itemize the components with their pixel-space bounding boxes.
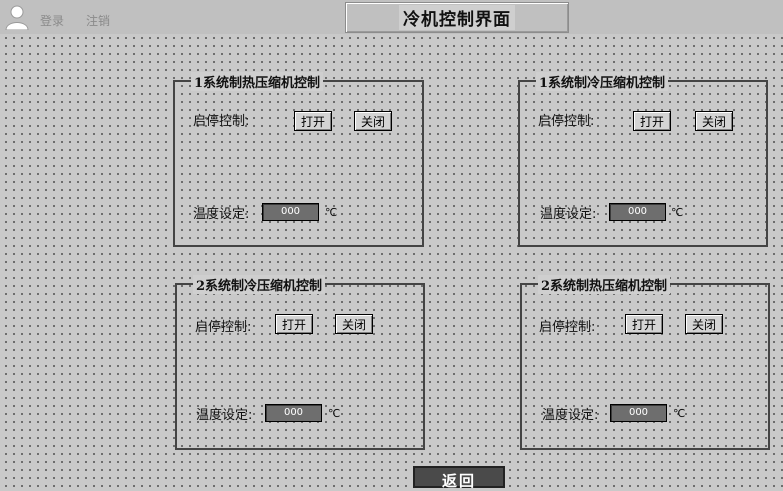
top-bar: 登录 注销 冷机控制界面 bbox=[0, 0, 783, 34]
login-link[interactable]: 登录 bbox=[40, 12, 64, 29]
open-button[interactable]: 打开 bbox=[625, 314, 664, 334]
temp-setting-label: 温度设定: bbox=[193, 207, 250, 222]
panel-system1-cooling: 1系统制冷压缩机控制 启停控制: 打开 关闭 温度设定: 000 ℃ bbox=[518, 72, 768, 247]
start-stop-label: 启停控制: bbox=[538, 114, 595, 129]
temp-setting-input[interactable]: 000 bbox=[265, 404, 322, 422]
page-title-box: 冷机控制界面 bbox=[345, 2, 569, 33]
open-button[interactable]: 打开 bbox=[294, 111, 333, 131]
temp-unit: ℃ bbox=[325, 206, 338, 219]
page-title: 冷机控制界面 bbox=[399, 5, 515, 30]
temp-setting-input[interactable]: 000 bbox=[609, 203, 666, 221]
user-icon[interactable] bbox=[4, 4, 30, 30]
temp-setting-label: 温度设定: bbox=[540, 207, 597, 222]
panel-system1-heating: 1系统制热压缩机控制 启停控制: 打开 关闭 温度设定: 000 ℃ bbox=[173, 72, 424, 247]
start-stop-label: 启停控制: bbox=[539, 320, 596, 335]
close-button[interactable]: 关闭 bbox=[335, 314, 374, 334]
temp-unit: ℃ bbox=[673, 407, 686, 420]
close-button[interactable]: 关闭 bbox=[685, 314, 724, 334]
close-button[interactable]: 关闭 bbox=[695, 111, 734, 131]
start-stop-label: 启停控制: bbox=[195, 320, 252, 335]
temp-setting-label: 温度设定: bbox=[196, 408, 253, 423]
panel-title: 1系统制冷压缩机控制 bbox=[536, 72, 669, 91]
panel-system2-heating: 2系统制热压缩机控制 启停控制: 打开 关闭 温度设定: 000 ℃ bbox=[520, 275, 770, 450]
panel-title: 1系统制热压缩机控制 bbox=[191, 72, 324, 91]
temp-unit: ℃ bbox=[671, 206, 684, 219]
temp-unit: ℃ bbox=[328, 407, 341, 420]
close-button[interactable]: 关闭 bbox=[354, 111, 393, 131]
temp-setting-input[interactable]: 000 bbox=[262, 203, 319, 221]
temp-setting-label: 温度设定: bbox=[542, 408, 599, 423]
start-stop-label: 启停控制: bbox=[193, 114, 250, 129]
panel-system2-cooling: 2系统制冷压缩机控制 启停控制: 打开 关闭 温度设定: 000 ℃ bbox=[175, 275, 425, 450]
temp-setting-input[interactable]: 000 bbox=[610, 404, 667, 422]
return-button[interactable]: 返回 bbox=[413, 466, 505, 490]
open-button[interactable]: 打开 bbox=[633, 111, 672, 131]
panel-title: 2系统制冷压缩机控制 bbox=[193, 275, 326, 294]
open-button[interactable]: 打开 bbox=[275, 314, 314, 334]
panel-title: 2系统制热压缩机控制 bbox=[538, 275, 671, 294]
logout-link[interactable]: 注销 bbox=[86, 12, 110, 29]
